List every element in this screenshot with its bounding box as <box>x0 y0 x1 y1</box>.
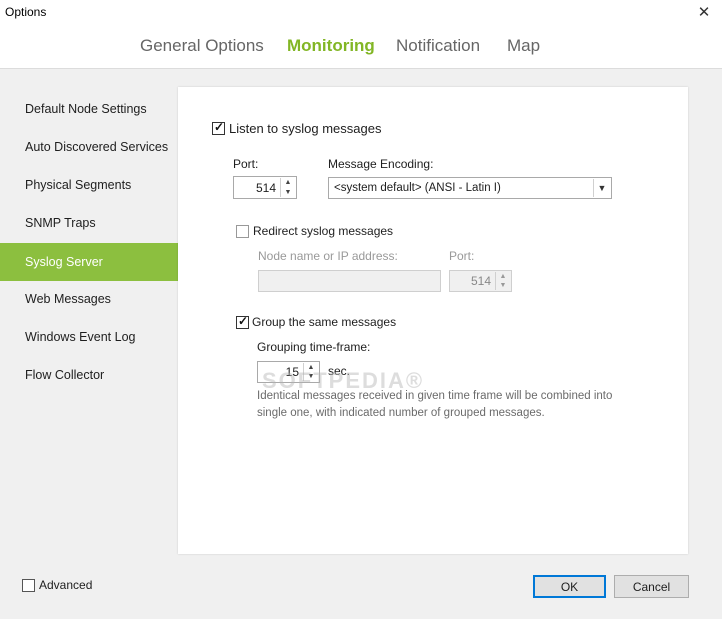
tab-general-options[interactable]: General Options <box>140 36 264 56</box>
encoding-label: Message Encoding: <box>328 157 434 171</box>
port-value: 514 <box>255 180 276 195</box>
redirect-port-stepper[interactable]: 514 ▲ ▼ <box>449 270 512 292</box>
window-title: Options <box>5 5 47 19</box>
sidebar-item-flow-collector[interactable]: Flow Collector <box>0 356 178 394</box>
node-address-input[interactable] <box>258 270 441 292</box>
cancel-button[interactable]: Cancel <box>614 575 689 598</box>
redirect-port-spin-buttons[interactable]: ▲ ▼ <box>495 272 510 290</box>
port-label: Port: <box>233 157 259 171</box>
redirect-label: Redirect syslog messages <box>253 224 394 238</box>
sidebar-item-windows-event-log[interactable]: Windows Event Log <box>0 318 178 356</box>
sidebar-item-syslog-server[interactable]: Syslog Server <box>0 243 178 281</box>
tab-monitoring[interactable]: Monitoring <box>287 36 375 56</box>
advanced-label: Advanced <box>39 578 93 592</box>
redirect-checkbox[interactable] <box>236 225 249 238</box>
check-icon: ✓ <box>238 314 249 328</box>
encoding-value: <system default> (ANSI - Latin I) <box>334 182 501 194</box>
redirect-port-value: 514 <box>470 274 491 288</box>
sidebar-item-physical-segments[interactable]: Physical Segments <box>0 166 178 204</box>
tab-notification[interactable]: Notification <box>396 36 480 56</box>
listen-checkbox[interactable]: ✓ <box>212 120 225 135</box>
sidebar-item-default-node-settings[interactable]: Default Node Settings <box>0 90 178 128</box>
sidebar-item-auto-discovered-services[interactable]: Auto Discovered Services <box>0 128 178 166</box>
port-stepper[interactable]: 514 ▲ ▼ <box>233 176 297 199</box>
group-messages-checkbox[interactable]: ✓ <box>236 314 249 329</box>
timeframe-label: Grouping time-frame: <box>257 340 371 354</box>
advanced-checkbox[interactable] <box>22 579 35 592</box>
redirect-port-label: Port: <box>449 249 475 263</box>
grouping-hint-text: Identical messages received in given tim… <box>257 390 613 419</box>
encoding-select[interactable]: <system default> (ANSI - Latin I) ▼ <box>328 177 612 199</box>
spin-down-icon[interactable]: ▼ <box>281 188 295 198</box>
ok-button[interactable]: OK <box>533 575 606 598</box>
tab-bar: General Options Monitoring Notification … <box>0 36 722 64</box>
sidebar-item-snmp-traps[interactable]: SNMP Traps <box>0 204 178 242</box>
group-messages-label: Group the same messages <box>252 315 397 329</box>
close-icon[interactable]: ✕ <box>692 2 716 24</box>
chevron-down-icon[interactable]: ▼ <box>593 179 610 197</box>
listen-label: Listen to syslog messages <box>229 121 382 136</box>
sidebar-item-web-messages[interactable]: Web Messages <box>0 280 178 318</box>
node-address-label: Node name or IP address: <box>258 249 398 263</box>
spin-up-icon[interactable]: ▲ <box>281 178 295 188</box>
tab-map[interactable]: Map <box>507 36 540 56</box>
spin-up-icon[interactable]: ▲ <box>496 272 510 281</box>
port-spin-buttons[interactable]: ▲ ▼ <box>280 178 295 197</box>
spin-down-icon[interactable]: ▼ <box>496 281 510 290</box>
check-icon: ✓ <box>214 120 225 134</box>
